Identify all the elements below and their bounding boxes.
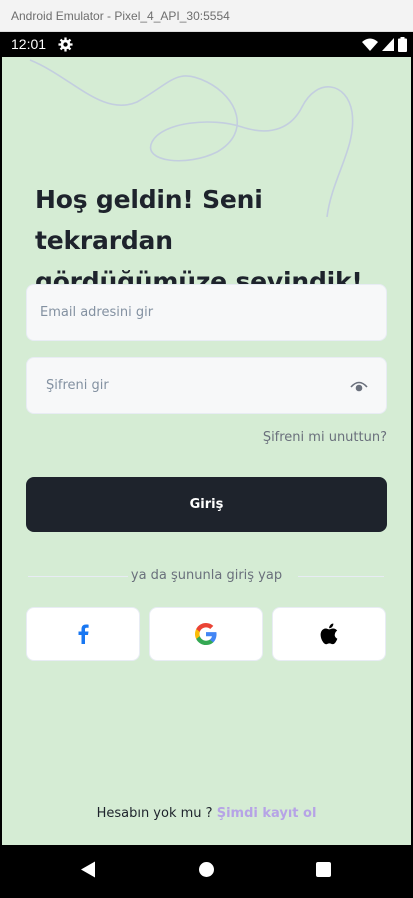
signup-link[interactable]: Şimdi kayıt ol — [217, 806, 317, 821]
signup-prompt-text: Hesabın yok mu ? — [96, 806, 213, 821]
apple-icon — [320, 623, 338, 645]
recent-apps-icon[interactable] — [316, 862, 331, 877]
signup-prompt: Hesabın yok mu ? Şimdi kayıt ol — [2, 806, 411, 821]
settings-gear-icon — [58, 37, 73, 52]
password-input[interactable] — [27, 358, 386, 413]
welcome-line-1: Hoş geldin! Seni tekrardan — [35, 185, 263, 255]
login-screen: Hoş geldin! Seni tekrardan gördüğümüze s… — [2, 57, 411, 845]
back-icon[interactable] — [80, 861, 96, 878]
email-field[interactable] — [26, 284, 387, 341]
or-login-with-text: ya da şununla giriş yap — [130, 568, 283, 583]
home-icon[interactable] — [199, 862, 214, 877]
wifi-icon — [362, 38, 378, 51]
android-nav-bar — [2, 845, 411, 895]
device-edge-left — [0, 57, 2, 895]
eye-icon[interactable] — [350, 378, 368, 394]
window-title: Android Emulator - Pixel_4_API_30:5554 — [0, 0, 413, 32]
status-time: 12:01 — [11, 36, 47, 52]
status-bar: 12:01 — [0, 32, 413, 57]
facebook-icon — [78, 624, 89, 644]
login-button[interactable]: Giriş — [26, 477, 387, 532]
forgot-password-link[interactable]: Şifreni mi unuttun? — [263, 430, 387, 445]
status-icons — [362, 37, 407, 52]
apple-login-button[interactable] — [272, 607, 386, 661]
email-input[interactable] — [27, 285, 386, 340]
password-field[interactable] — [26, 357, 387, 414]
google-icon — [195, 623, 217, 645]
google-login-button[interactable] — [149, 607, 263, 661]
signal-icon — [382, 38, 394, 51]
facebook-login-button[interactable] — [26, 607, 140, 661]
battery-icon — [398, 37, 407, 52]
